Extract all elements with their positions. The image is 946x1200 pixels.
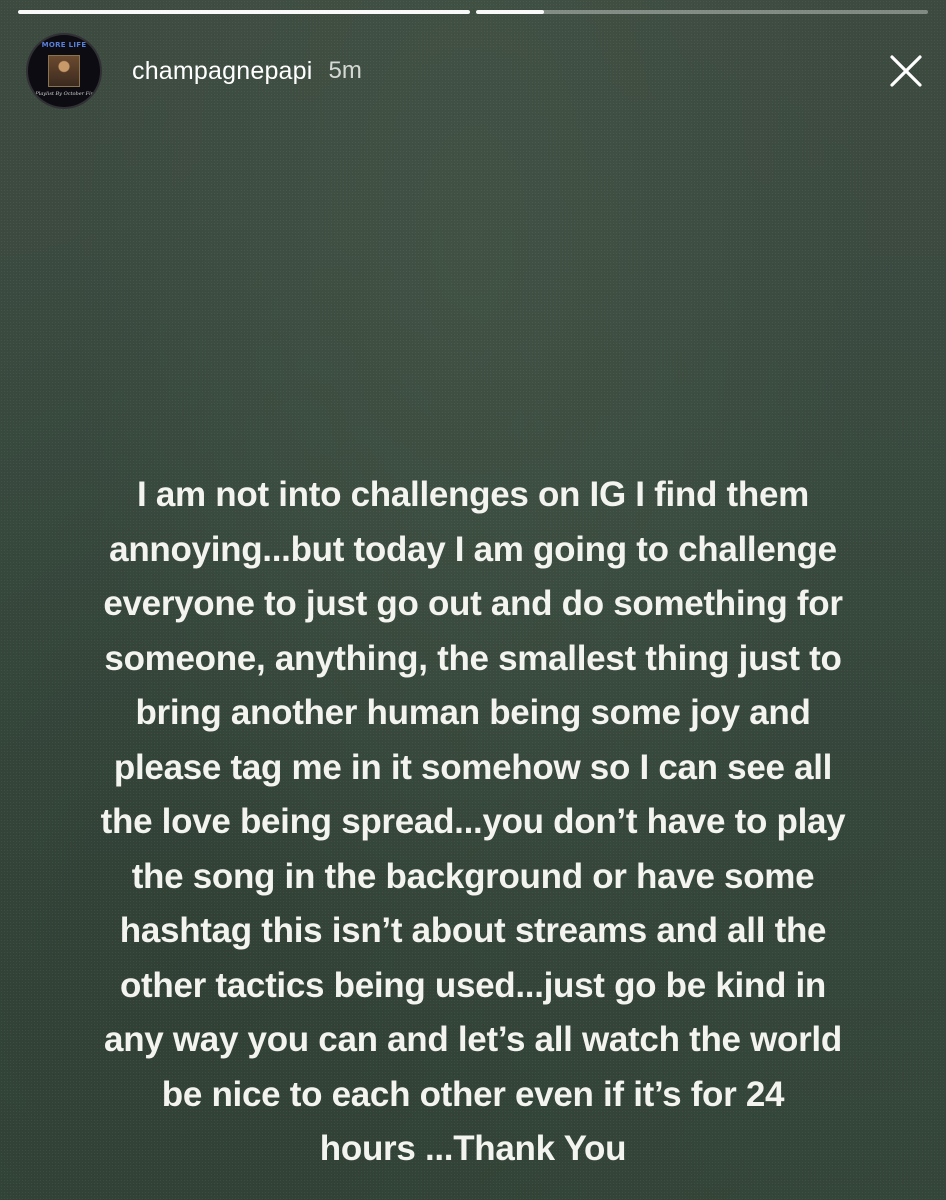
progress-segment-1 bbox=[18, 10, 470, 14]
avatar-title-text: MORE LIFE bbox=[41, 41, 87, 49]
caption-line: I am not into challenges on IG I find th… bbox=[137, 475, 809, 514]
story-header: MORE LIFE A Playlist By October Firm cha… bbox=[26, 33, 926, 109]
story-view[interactable]: MORE LIFE A Playlist By October Firm cha… bbox=[0, 0, 946, 1200]
caption-line: the love being spread...you don’t have t… bbox=[100, 802, 846, 841]
story-timestamp: 5m bbox=[328, 57, 362, 84]
caption-line: be nice to each other even if it’s for 2… bbox=[161, 1074, 785, 1114]
caption-line: the song in the background or have some bbox=[131, 856, 815, 896]
close-icon bbox=[890, 55, 922, 87]
avatar-photo bbox=[48, 55, 80, 87]
caption-line: hours ...Thank You bbox=[319, 1129, 627, 1168]
progress-segment-2 bbox=[476, 10, 928, 14]
avatar-script-text: A Playlist By October Firm bbox=[30, 91, 98, 97]
caption-line: please tag me in it somehow so I can see… bbox=[113, 747, 833, 787]
caption-line: annoying...but today I am going to chall… bbox=[109, 529, 837, 569]
caption-line: any way you can and let’s all watch the … bbox=[104, 1020, 842, 1059]
caption-line: someone, anything, the smallest thing ju… bbox=[104, 638, 842, 678]
story-progress-bars bbox=[18, 10, 928, 14]
username-link[interactable]: champagnepapi bbox=[132, 57, 313, 86]
avatar[interactable]: MORE LIFE A Playlist By October Firm bbox=[26, 33, 102, 109]
caption-line: bring another human being some joy and bbox=[135, 693, 811, 732]
close-button[interactable] bbox=[886, 51, 926, 91]
progress-fill-1 bbox=[18, 10, 470, 14]
caption-line: other tactics being used...just go be ki… bbox=[119, 965, 827, 1005]
caption-line: hashtag this isn’t about streams and all… bbox=[119, 911, 827, 950]
progress-fill-2 bbox=[476, 10, 544, 14]
story-caption: I am not into challenges on IG I find th… bbox=[40, 468, 906, 1177]
caption-line: everyone to just go out and do something… bbox=[103, 584, 843, 623]
